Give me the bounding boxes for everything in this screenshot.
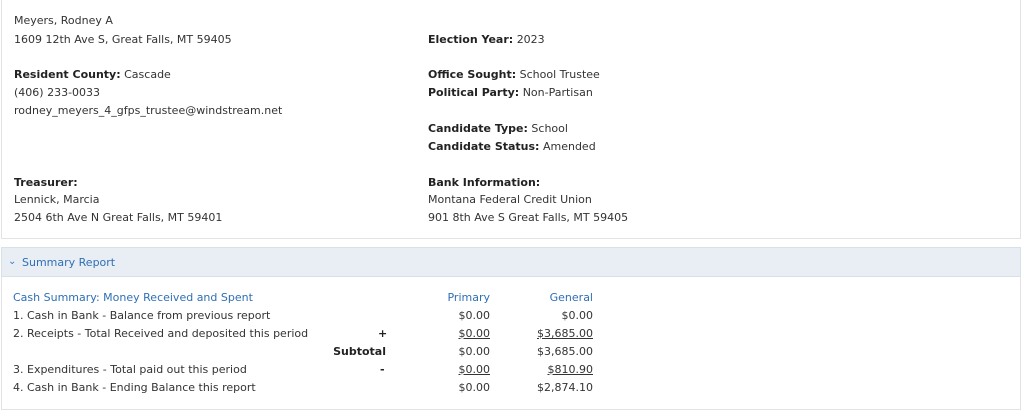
resident-county: Resident County: Cascade xyxy=(14,68,171,81)
bank-name: Montana Federal Credit Union xyxy=(428,193,592,206)
candidate-type-value: School xyxy=(531,122,568,135)
row-3-general: $810.90 xyxy=(547,363,594,376)
candidate-info-panel: Meyers, Rodney A 1609 12th Ave S, Great … xyxy=(1,0,1021,239)
row-2-label: 2. Receipts - Total Received and deposit… xyxy=(13,327,309,340)
row-4-general: $2,874.10 xyxy=(537,381,593,394)
treasurer-name: Lennick, Marcia xyxy=(14,193,100,206)
row-3-label: 3. Expenditures - Total paid out this pe… xyxy=(13,363,247,376)
bank-address: 901 8th Ave S Great Falls, MT 59405 xyxy=(428,211,629,224)
subtotal-primary: $0.00 xyxy=(458,345,491,358)
political-party-label: Political Party: xyxy=(428,86,520,99)
row-4-primary: $0.00 xyxy=(458,381,491,394)
candidate-type-label: Candidate Type: xyxy=(428,122,528,135)
cash-summary-title: Cash Summary: Money Received and Spent xyxy=(13,291,253,304)
candidate-address: 1609 12th Ave S, Great Falls, MT 59405 xyxy=(14,33,232,46)
resident-county-value: Cascade xyxy=(124,68,171,81)
resident-county-label: Resident County: xyxy=(14,68,121,81)
election-year: Election Year: 2023 xyxy=(428,33,545,46)
treasurer-label: Treasurer: xyxy=(14,176,78,189)
bank-info-label: Bank Information: xyxy=(428,176,541,189)
column-header-general: General xyxy=(549,291,593,304)
candidate-type: Candidate Type: School xyxy=(428,122,568,135)
candidate-status-label: Candidate Status: xyxy=(428,140,540,153)
election-year-value: 2023 xyxy=(516,33,545,46)
political-party-value: Non-Partisan xyxy=(522,86,593,99)
row-1-label: 1. Cash in Bank - Balance from previous … xyxy=(13,309,271,322)
row-2-general: $3,685.00 xyxy=(537,327,593,340)
column-header-primary: Primary xyxy=(447,291,490,304)
row-3-operator: - xyxy=(380,363,385,376)
summary-report-body: Cash Summary: Money Received and Spent P… xyxy=(1,277,1021,410)
office-sought-label: Office Sought: xyxy=(428,68,517,81)
row-2-primary: $0.00 xyxy=(458,327,491,340)
row-4-label: 4. Cash in Bank - Ending Balance this re… xyxy=(13,381,256,394)
candidate-status: Candidate Status: Amended xyxy=(428,140,596,153)
candidate-phone: (406) 233-0033 xyxy=(14,86,101,99)
summary-report-toggle[interactable]: ⌄ Summary Report xyxy=(1,247,1021,277)
row-1-primary: $0.00 xyxy=(458,309,491,322)
summary-report-title: Summary Report xyxy=(22,256,116,269)
office-sought-value: School Trustee xyxy=(519,68,600,81)
row-3-primary: $0.00 xyxy=(458,363,491,376)
subtotal-general: $3,685.00 xyxy=(537,345,593,358)
candidate-email: rodney_meyers_4_gfps_trustee@windstream.… xyxy=(14,104,283,117)
row-1-general: $0.00 xyxy=(561,309,594,322)
chevron-down-icon: ⌄ xyxy=(8,256,17,267)
candidate-status-value: Amended xyxy=(542,140,596,153)
row-2-operator: + xyxy=(378,327,388,340)
subtotal-label: Subtotal xyxy=(333,345,386,358)
treasurer-address: 2504 6th Ave N Great Falls, MT 59401 xyxy=(14,211,223,224)
office-sought: Office Sought: School Trustee xyxy=(428,68,600,81)
election-year-label: Election Year: xyxy=(428,33,514,46)
political-party: Political Party: Non-Partisan xyxy=(428,86,593,99)
candidate-name: Meyers, Rodney A xyxy=(14,14,113,27)
